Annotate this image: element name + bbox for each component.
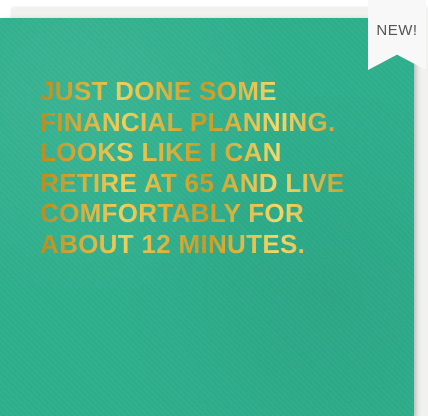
new-badge-label: NEW! xyxy=(376,22,418,39)
card-message-line-6: ABOUT 12 MINUTES. xyxy=(40,228,306,259)
greeting-card: JUST DONE SOME FINANCIAL PLANNING. LOOKS… xyxy=(0,18,414,416)
card-message-line-1: JUST DONE SOME xyxy=(40,76,277,106)
card-message: JUST DONE SOME FINANCIAL PLANNING. LOOKS… xyxy=(40,76,370,259)
card-message-line-5: COMFORTABLY FOR xyxy=(40,198,305,228)
product-image: JUST DONE SOME FINANCIAL PLANNING. LOOKS… xyxy=(0,0,428,416)
card-message-line-4: RETIRE AT 65 AND LIVE xyxy=(40,167,345,198)
card-message-line-2: FINANCIAL PLANNING. xyxy=(40,106,336,137)
card-message-line-3: LOOKS LIKE I CAN xyxy=(40,137,282,167)
